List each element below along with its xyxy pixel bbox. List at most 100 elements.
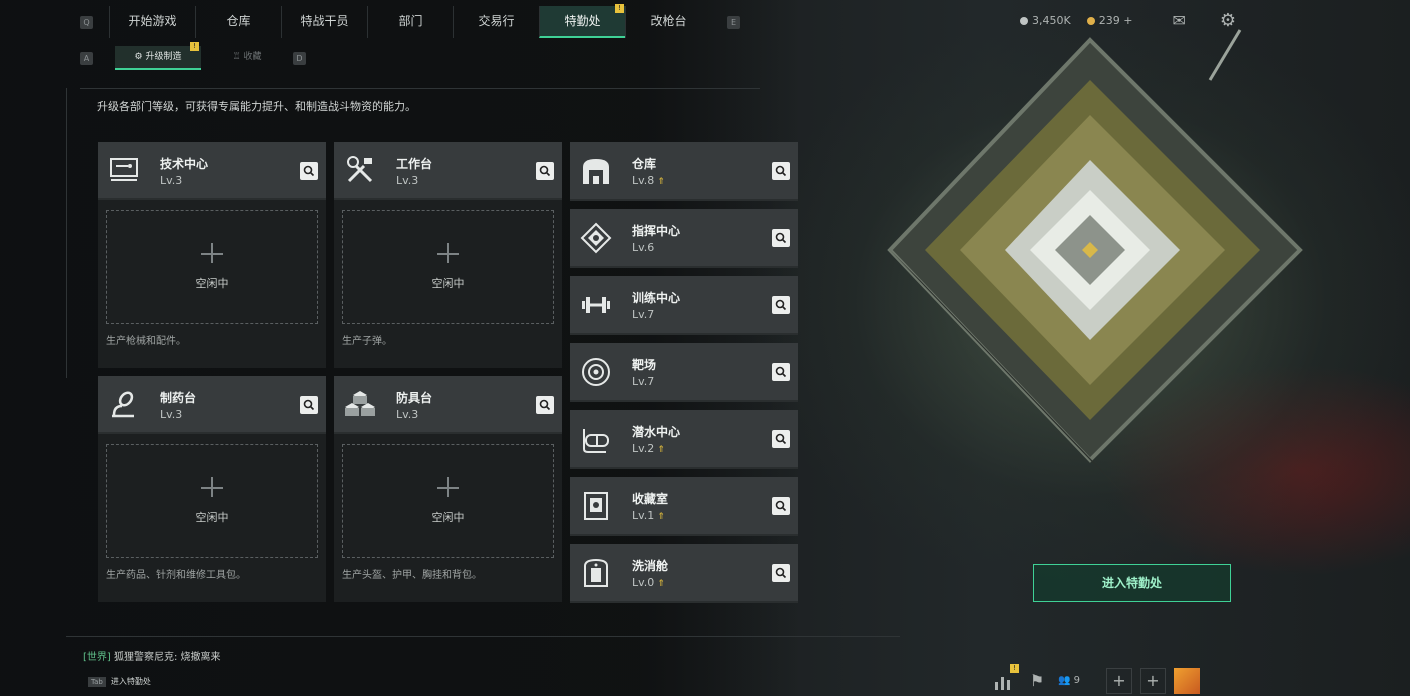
facility-level: Lv.3	[160, 408, 183, 421]
search-icon[interactable]	[300, 162, 318, 180]
search-icon[interactable]	[772, 162, 790, 180]
tab-label: 仓库	[226, 14, 251, 28]
craft-slot[interactable]: 空闲中	[342, 210, 554, 324]
search-icon[interactable]	[300, 396, 318, 414]
slot-status: 空闲中	[431, 277, 465, 290]
card-note: 生产头盔、护甲、胸挂和背包。	[342, 570, 482, 581]
craft-card-armor-bench: 防具台 Lv.3 空闲中 生产头盔、护甲、胸挂和背包。	[334, 376, 562, 602]
facility-level: Lv.7	[632, 375, 655, 388]
currency-bar: 3,450K 239 + ✉ ⚙	[1020, 10, 1236, 31]
slot-status: 空闲中	[195, 511, 229, 524]
collection-room-icon	[584, 492, 608, 520]
avatar[interactable]	[1174, 668, 1200, 694]
search-icon[interactable]	[772, 430, 790, 448]
coin-amount: 3,450K	[1032, 14, 1071, 27]
friends-count: 9	[1073, 675, 1081, 686]
nav-right-key: E	[727, 15, 740, 29]
flag-icon[interactable]: ⚑	[1024, 668, 1050, 694]
ticket-amount: 239	[1098, 14, 1120, 27]
ticket-balance[interactable]: 239 +	[1086, 14, 1132, 27]
facility-level: Lv.2 ⇑	[632, 442, 665, 455]
facility-level: Lv.3	[396, 174, 419, 187]
top-nav: Q 开始游戏 仓库 特战干员 部门 交易行 特勤处! 改枪台 E	[80, 4, 740, 38]
tab-label: 特勤处	[564, 14, 601, 28]
craft-card-workbench: 工作台 Lv.3 空闲中 生产子弹。	[334, 142, 562, 368]
facility-name: 训练中心	[632, 291, 681, 305]
settings-gear-icon[interactable]: ⚙	[1220, 10, 1236, 31]
facility-name: 防具台	[396, 391, 433, 405]
tab-warehouse[interactable]: 仓库	[195, 6, 281, 38]
facility-row-warehouse[interactable]: 仓库 Lv.8 ⇑	[570, 142, 798, 201]
tab-hint[interactable]: Tab 进入特勤处	[88, 676, 151, 687]
tab-gunsmith[interactable]: 改枪台	[625, 6, 711, 38]
subtab-label: 升级制造	[145, 52, 182, 62]
facility-name: 指挥中心	[632, 224, 681, 238]
craft-slot[interactable]: 空闲中	[106, 444, 318, 558]
facility-name: 潜水中心	[632, 425, 681, 439]
chat-line[interactable]: [世界] 狐狸警察尼克: 烧撤离来	[83, 648, 221, 663]
add-slot-button[interactable]: +	[1106, 668, 1132, 694]
facility-row-training-center[interactable]: 训练中心 Lv.7	[570, 276, 798, 335]
tab-department[interactable]: 部门	[367, 6, 453, 38]
card-header[interactable]: 技术中心 Lv.3	[98, 142, 326, 200]
craft-slot[interactable]: 空闲中	[106, 210, 318, 324]
facility-row-command-center[interactable]: 指挥中心 Lv.6	[570, 209, 798, 268]
search-icon[interactable]	[536, 396, 554, 414]
facility-row-shooting-range[interactable]: 靶场 Lv.7	[570, 343, 798, 402]
friends-button[interactable]: 👥 9	[1058, 668, 1098, 694]
facility-level: Lv.3	[160, 174, 183, 187]
search-icon[interactable]	[772, 296, 790, 314]
tab-label: 开始游戏	[128, 14, 177, 28]
coin-balance[interactable]: 3,450K	[1020, 14, 1071, 27]
tab-start-game[interactable]: 开始游戏	[109, 6, 195, 38]
plus-icon	[435, 475, 461, 501]
tab-special-ops[interactable]: 特勤处!	[539, 4, 625, 38]
mail-icon[interactable]: ✉	[1172, 11, 1185, 30]
card-note: 生产药品、针剂和维修工具包。	[106, 570, 246, 581]
page-description: 升级各部门等级，可获得专属能力提升、和制造战斗物资的能力。	[97, 100, 416, 113]
friends-icon: 👥	[1058, 675, 1071, 686]
upgrade-arrow-icon: ⇑	[657, 579, 665, 589]
tab-label: 部门	[398, 14, 423, 28]
card-header[interactable]: 制药台 Lv.3	[98, 376, 326, 434]
facility-row-diving-center[interactable]: 潜水中心 Lv.2 ⇑	[570, 410, 798, 469]
subtab-collection[interactable]: ♖ 收藏	[207, 46, 287, 70]
search-icon[interactable]	[772, 564, 790, 582]
facility-level: Lv.6	[632, 241, 655, 254]
trophy-icon: ♖	[232, 52, 244, 62]
command-center-icon	[580, 222, 612, 254]
facility-name: 仓库	[632, 157, 657, 171]
add-slot-button[interactable]: +	[1140, 668, 1166, 694]
craft-card-pharmacy: 制药台 Lv.3 空闲中 生产药品、针剂和维修工具包。	[98, 376, 326, 602]
workbench-icon	[347, 156, 373, 183]
stats-icon[interactable]: !	[990, 664, 1019, 694]
search-icon[interactable]	[772, 229, 790, 247]
card-note: 生产枪械和配件。	[106, 336, 186, 347]
search-icon[interactable]	[772, 363, 790, 381]
facility-name: 收藏室	[632, 492, 669, 506]
tab-operators[interactable]: 特战干员	[281, 6, 367, 38]
facility-level: Lv.8 ⇑	[632, 174, 665, 187]
plus-icon	[199, 475, 225, 501]
tab-hint-label: 进入特勤处	[110, 677, 151, 686]
enter-special-ops-button[interactable]: 进入特勤处	[1033, 564, 1231, 602]
subnav-left-key: A	[80, 51, 93, 65]
add-currency-button[interactable]: +	[1123, 14, 1132, 27]
facility-level: Lv.0 ⇑	[632, 576, 665, 589]
card-header[interactable]: 工作台 Lv.3	[334, 142, 562, 200]
divider	[66, 636, 900, 637]
subtab-upgrade-craft[interactable]: ⚙ 升级制造 !	[115, 42, 201, 70]
slot-status: 空闲中	[431, 511, 465, 524]
facility-level: Lv.1 ⇑	[632, 509, 665, 522]
upgrade-arrow-icon: ⇑	[657, 177, 665, 187]
facility-row-decon-chamber[interactable]: 洗消舱 Lv.0 ⇑	[570, 544, 798, 603]
search-icon[interactable]	[772, 497, 790, 515]
search-icon[interactable]	[536, 162, 554, 180]
tab-trading[interactable]: 交易行	[453, 6, 539, 38]
upgrade-arrow-icon: ⇑	[657, 445, 665, 455]
facility-row-collection-room[interactable]: 收藏室 Lv.1 ⇑	[570, 477, 798, 536]
diving-mask-icon	[583, 429, 609, 453]
level-text: Lv.0	[632, 576, 655, 589]
craft-slot[interactable]: 空闲中	[342, 444, 554, 558]
card-header[interactable]: 防具台 Lv.3	[334, 376, 562, 434]
